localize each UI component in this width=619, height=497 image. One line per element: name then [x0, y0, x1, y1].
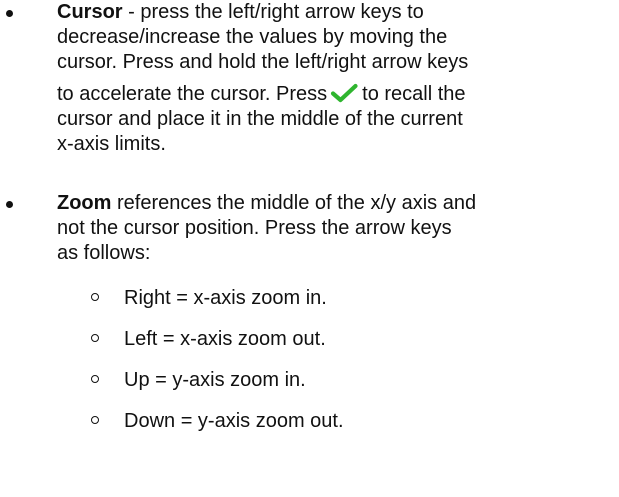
cursor-line-1: Cursor - press the left/right arrow keys… [57, 0, 424, 25]
document-page: Cursor - press the left/right arrow keys… [0, 0, 619, 497]
cursor-line-4-text-b: to recall the [362, 83, 466, 105]
zoom-line-1-text: references the middle of the x/y axis an… [111, 192, 477, 214]
sub-bullet-icon [91, 293, 99, 301]
sub-item-right: Right = x-axis zoom in. [0, 286, 619, 311]
cursor-line-2: decrease/increase the values by moving t… [57, 26, 448, 48]
cursor-term: Cursor [57, 1, 123, 23]
sub-item-left: Left = x-axis zoom out. [0, 327, 619, 352]
bullet-item-cursor: Cursor - press the left/right arrow keys… [0, 0, 619, 200]
sub-item-down: Down = y-axis zoom out. [0, 409, 619, 434]
cursor-line-3: cursor. Press and hold the left/right ar… [57, 51, 469, 73]
zoom-term: Zoom [57, 192, 112, 214]
sub-bullet-icon [91, 375, 99, 383]
cursor-line-4-text-a: to accelerate the cursor. Press [57, 83, 328, 105]
bullet-icon [6, 201, 13, 208]
cursor-line-1-text: - press the left/right arrow keys to [122, 1, 424, 23]
cursor-line-6: x-axis limits. [57, 133, 166, 155]
zoom-line-1: Zoom references the middle of the x/y ax… [57, 191, 476, 216]
sub-item-text: Left = x-axis zoom out. [124, 328, 326, 350]
cursor-line-4: to accelerate the cursor. Press to recal… [57, 82, 466, 107]
zoom-line-2: not the cursor position. Press the arrow… [57, 217, 452, 239]
sub-item-text: Up = y-axis zoom in. [124, 369, 306, 391]
checkmark-icon [331, 83, 358, 103]
sub-bullet-icon [91, 334, 99, 342]
cursor-line-5: cursor and place it in the middle of the… [57, 108, 463, 130]
bullet-icon [6, 10, 13, 17]
sub-bullet-icon [91, 416, 99, 424]
sub-item-up: Up = y-axis zoom in. [0, 368, 619, 393]
sub-item-text: Right = x-axis zoom in. [124, 287, 327, 309]
bullet-item-zoom: Zoom references the middle of the x/y ax… [0, 191, 619, 497]
zoom-line-3: as follows: [57, 242, 151, 264]
sub-item-text: Down = y-axis zoom out. [124, 410, 344, 432]
